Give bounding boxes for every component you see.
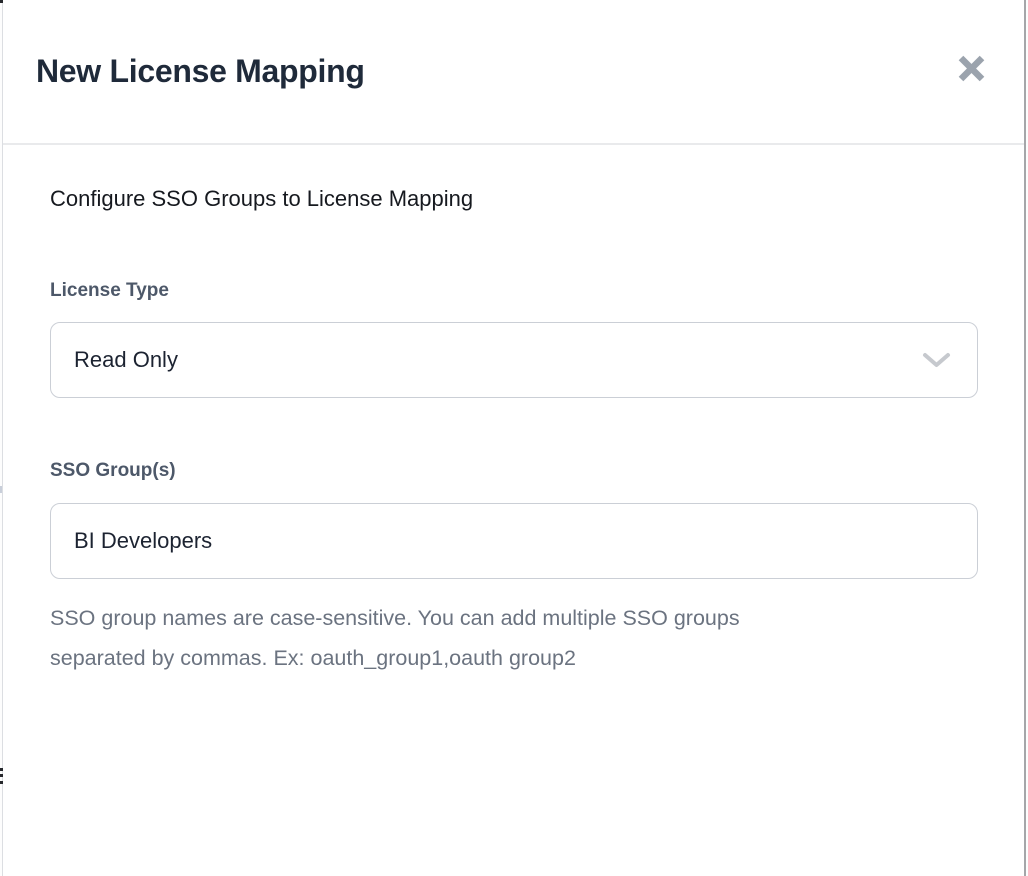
- sso-groups-help-line: SSO group names are case-sensitive. You …: [50, 598, 910, 638]
- panel-right-edge: [1024, 0, 1026, 876]
- sso-groups-help: SSO group names are case-sensitive. You …: [50, 598, 910, 678]
- new-license-mapping-dialog: New License Mapping Configure SSO Groups…: [3, 0, 1024, 876]
- header-divider: [3, 143, 1024, 145]
- screen: New License Mapping Configure SSO Groups…: [0, 0, 1028, 876]
- background-page-artifact: [0, 781, 3, 784]
- background-page-artifact: [0, 0, 3, 3]
- sso-groups-help-line: separated by commas. Ex: oauth_group1,oa…: [50, 638, 910, 678]
- license-type-selected-value: Read Only: [74, 347, 178, 373]
- license-type-label: License Type: [50, 280, 169, 302]
- panel-left-edge: [2, 0, 3, 876]
- dialog-description: Configure SSO Groups to License Mapping: [50, 186, 473, 212]
- chevron-down-icon: [922, 352, 951, 369]
- x-icon: [956, 53, 987, 84]
- background-page-artifact: [0, 486, 2, 493]
- background-page-artifact: [0, 768, 3, 771]
- close-button[interactable]: [947, 44, 995, 92]
- license-type-select[interactable]: Read Only: [50, 322, 978, 398]
- dialog-title: New License Mapping: [36, 53, 365, 90]
- sso-groups-label: SSO Group(s): [50, 460, 176, 482]
- background-page-artifact: [0, 774, 3, 777]
- sso-groups-input[interactable]: [50, 503, 978, 579]
